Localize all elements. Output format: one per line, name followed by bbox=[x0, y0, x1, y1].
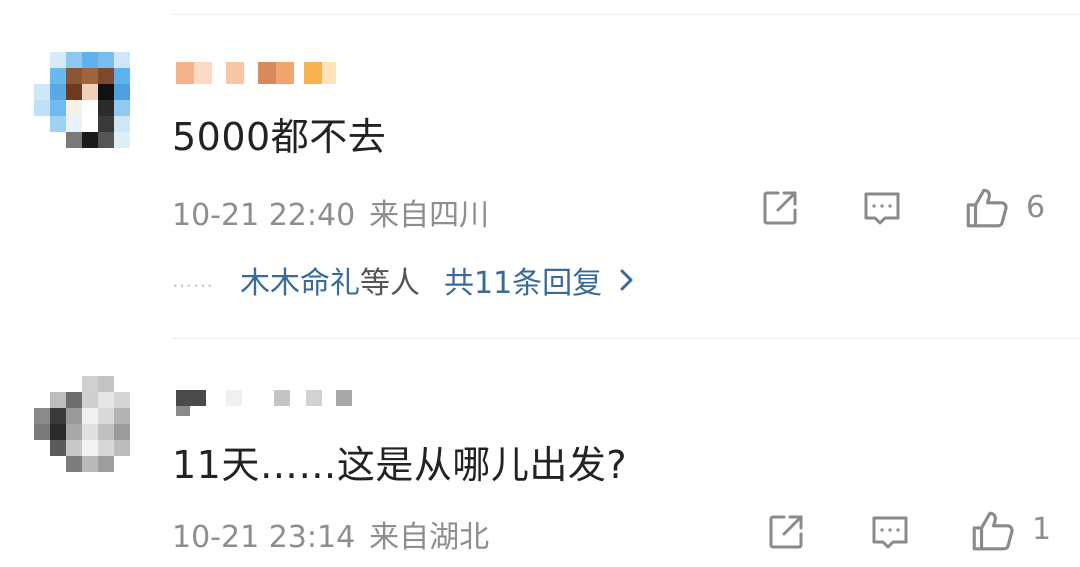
comment-location: 来自四川 bbox=[369, 198, 490, 233]
avatar[interactable] bbox=[34, 52, 146, 164]
chevron-right-icon bbox=[620, 269, 633, 291]
comment-icon bbox=[872, 516, 908, 549]
like-count: 6 bbox=[1026, 190, 1046, 225]
comment-time: 10-21 22:40 bbox=[172, 198, 356, 233]
comment-location: 来自湖北 bbox=[369, 520, 490, 555]
comment-button[interactable] bbox=[866, 508, 914, 556]
comment-text: 5000都不去 bbox=[172, 115, 387, 159]
like-button[interactable] bbox=[962, 182, 1010, 230]
comment-meta: 10-21 22:40 来自四川 bbox=[172, 190, 489, 234]
comment-button[interactable] bbox=[858, 184, 906, 232]
comment-time: 10-21 23:14 bbox=[172, 520, 356, 555]
username-obscured[interactable] bbox=[176, 390, 352, 416]
share-button[interactable] bbox=[762, 508, 810, 556]
share-button[interactable] bbox=[756, 184, 804, 232]
username-obscured[interactable] bbox=[176, 62, 336, 84]
avatar[interactable] bbox=[34, 376, 146, 488]
comment-divider bbox=[172, 338, 1080, 339]
thumbs-up-icon bbox=[972, 511, 1014, 551]
thumbs-up-icon bbox=[966, 188, 1008, 228]
top-divider bbox=[172, 14, 1080, 15]
view-replies-link[interactable]: …… 木木命礼 等人 共11条回复 bbox=[172, 258, 636, 302]
reply-dots: …… bbox=[172, 268, 214, 292]
share-icon bbox=[769, 515, 803, 549]
like-button[interactable] bbox=[968, 505, 1016, 553]
reply-count: 共11条回复 bbox=[444, 266, 603, 301]
comment-text: 11天……这是从哪儿出发? bbox=[172, 443, 628, 487]
reply-names: 木木命礼 bbox=[240, 266, 360, 301]
comment-icon bbox=[864, 192, 900, 225]
share-icon bbox=[763, 191, 797, 225]
comment-meta: 10-21 23:14 来自湖北 bbox=[172, 512, 489, 556]
like-count: 1 bbox=[1032, 512, 1052, 547]
reply-others: 等人 bbox=[360, 266, 420, 301]
